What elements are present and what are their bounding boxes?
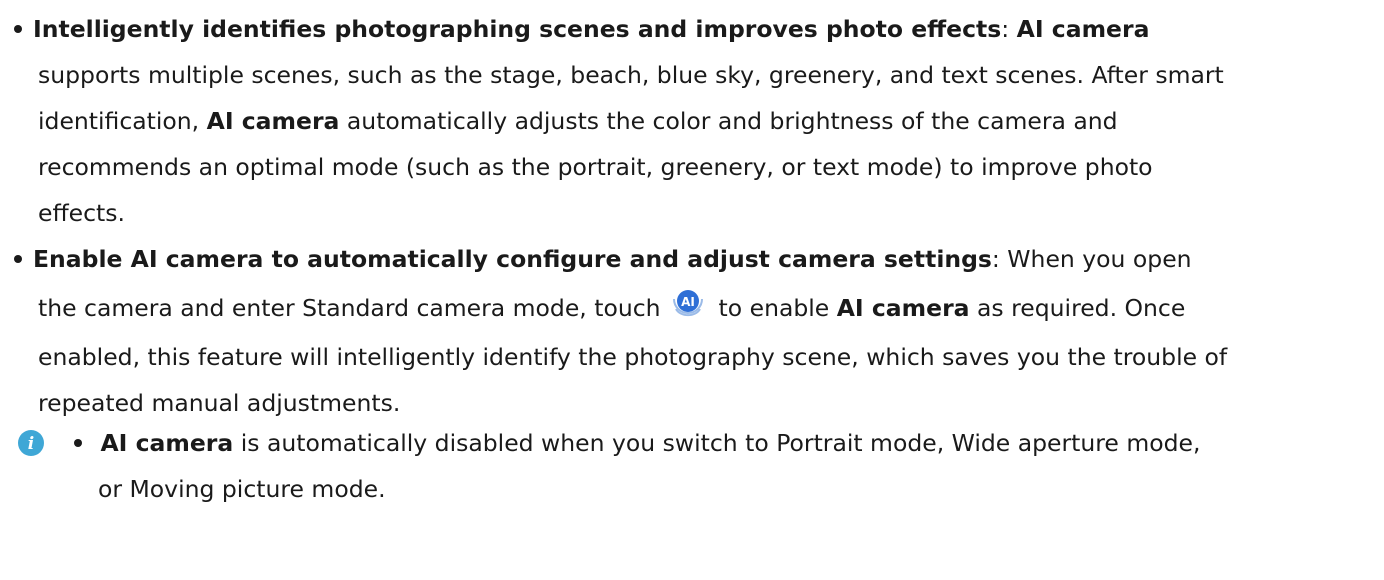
bullet1-line3-post: automatically adjusts the color and brig…: [346, 107, 1118, 135]
note-line2: or Moving picture mode.: [98, 475, 386, 503]
ai-camera-term: AI camera: [100, 429, 234, 457]
info-icon: i: [18, 430, 44, 456]
bullet1-line2: supports multiple scenes, such as the st…: [38, 61, 1224, 89]
bullet-dot: [14, 24, 22, 33]
bullet1-line3-pre: identification,: [38, 107, 200, 135]
bullet1-line1: Intelligently identifies photographing s…: [14, 6, 1374, 52]
note-line1-post: is automatically disabled when you switc…: [240, 429, 1201, 457]
note-line1: AI camera is automatically disabled when…: [14, 420, 1374, 466]
bullet-dot: [74, 438, 82, 447]
bullet-ai-scene-identification: Intelligently identifies photographing s…: [14, 6, 1374, 236]
bullet1-line5: effects.: [38, 199, 125, 227]
ai-camera-term: AI camera: [1016, 15, 1150, 43]
ai-camera-term: AI camera: [206, 107, 340, 135]
svg-text:AI: AI: [681, 295, 695, 309]
info-note: i AI camera is automatically disabled wh…: [14, 420, 1374, 512]
bullet2-line2-mid: to enable: [718, 294, 830, 322]
bullet-enable-ai-camera: Enable AI camera to automatically config…: [14, 236, 1374, 426]
document-page: Intelligently identifies photographing s…: [0, 0, 1384, 580]
bullet1-colon: :: [1001, 15, 1010, 43]
ai-camera-term: AI camera: [836, 294, 970, 322]
bullet2-line3: enabled, this feature will intelligently…: [38, 343, 1228, 371]
bullet2-line2-pre: the camera and enter Standard camera mod…: [38, 294, 661, 322]
bullet1-line3: identification, AI camera automatically …: [14, 98, 1374, 144]
bullet2-line2: the camera and enter Standard camera mod…: [14, 282, 1374, 334]
svg-text:i: i: [28, 434, 34, 454]
bullet2-line2-post: as required. Once: [977, 294, 1186, 322]
bullet2-line1: Enable AI camera to automatically config…: [14, 236, 1374, 282]
bullet1-line4: recommends an optimal mode (such as the …: [38, 153, 1153, 181]
bullet-dot: [14, 254, 22, 263]
bullet1-heading: Intelligently identifies photographing s…: [33, 15, 1002, 43]
bullet2-heading: Enable AI camera to automatically config…: [33, 245, 992, 273]
bullet2-colon-post: : When you open: [991, 245, 1192, 273]
ai-camera-icon[interactable]: AI: [671, 287, 705, 321]
